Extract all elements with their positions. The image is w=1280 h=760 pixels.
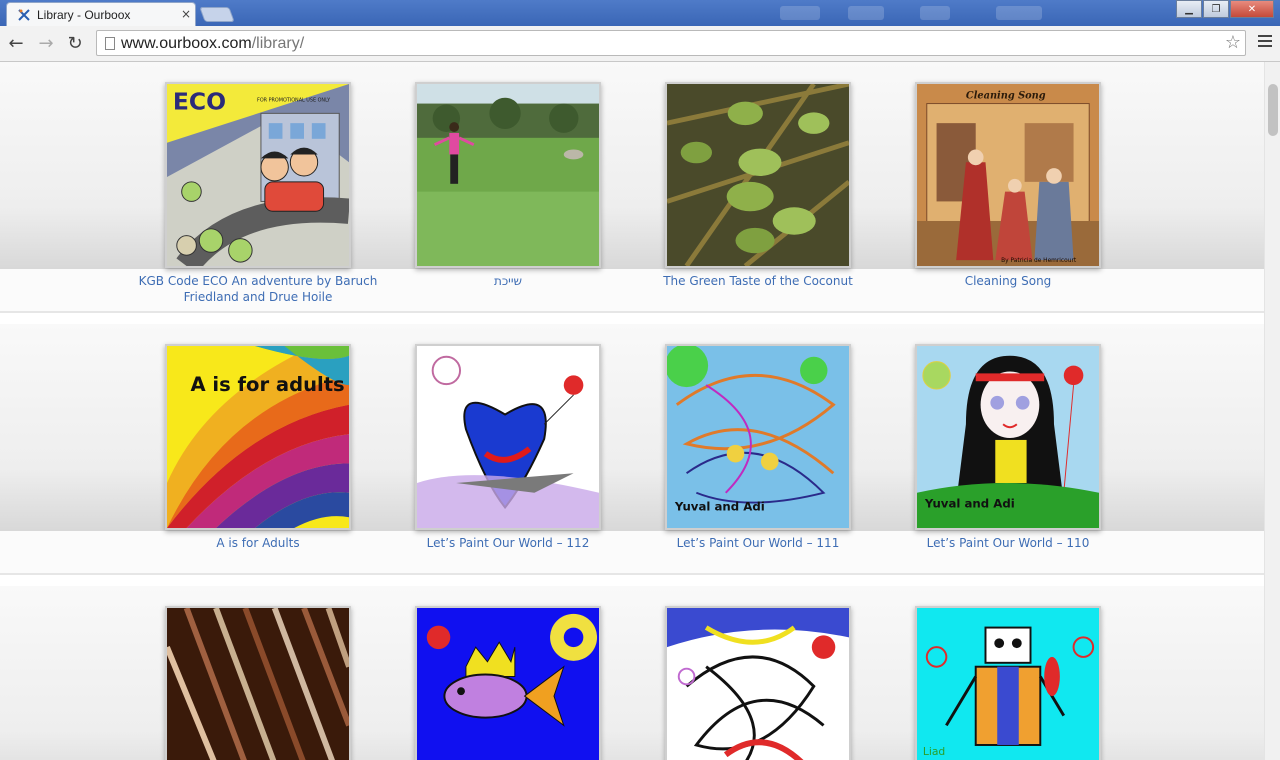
cover-fish-drawing <box>417 608 599 760</box>
vertical-scrollbar[interactable] <box>1264 62 1280 760</box>
cover-rainbow: A is for adults <box>167 346 349 528</box>
book-cover[interactable] <box>415 606 601 760</box>
url-host: www.ourboox.com <box>121 35 252 52</box>
cover-coconut-photo <box>667 84 849 266</box>
scrollbar-thumb[interactable] <box>1268 84 1278 136</box>
cover-robot-drawing: Liad <box>917 608 1099 760</box>
book-title-link[interactable]: Let’s Paint Our World – 112 <box>383 535 633 551</box>
book-cover[interactable] <box>665 606 851 760</box>
background-shape <box>780 6 820 20</box>
cover-subtitle-text: FOR PROMOTIONAL USE ONLY <box>257 98 330 104</box>
new-tab-button[interactable] <box>199 7 235 22</box>
book-cover[interactable] <box>665 82 851 268</box>
book-cover[interactable]: A is for adults <box>165 344 351 530</box>
cover-title-text: ECO <box>173 87 226 115</box>
cover-field-photo <box>417 84 599 266</box>
window-controls: ▁ ❐ ✕ <box>1175 0 1274 18</box>
tab-title: Library - Ourboox <box>37 8 131 22</box>
book-title-link[interactable]: Let’s Paint Our World – 111 <box>633 535 883 551</box>
page-icon <box>105 37 115 50</box>
cover-bookshelf-photo <box>167 608 349 760</box>
browser-toolbar: ← → ↻ www.ourboox.com/library/ ☆ <box>0 26 1280 62</box>
library-page: ECO FOR PROMOTIONAL USE ONLY KGB Code EC… <box>0 62 1264 760</box>
book-title-link[interactable]: The Green Taste of the Coconut <box>633 273 883 289</box>
title-bar: Library - Ourboox × ▁ ❐ ✕ <box>0 0 1280 28</box>
book-title-link[interactable]: שייכת <box>383 273 633 289</box>
book-cover[interactable] <box>165 606 351 760</box>
menu-icon[interactable] <box>1258 35 1272 49</box>
background-shape <box>848 6 884 20</box>
star-icon[interactable]: ☆ <box>1225 32 1241 53</box>
cover-title-text: A is for adults <box>190 373 344 396</box>
book-title-link[interactable]: Cleaning Song <box>883 273 1133 289</box>
book-cover[interactable] <box>415 82 601 268</box>
background-shape <box>996 6 1042 20</box>
book-title-link[interactable]: Let’s Paint Our World – 110 <box>883 535 1133 551</box>
book-title-link[interactable]: KGB Code ECO An adventure by Baruch Frie… <box>133 273 383 305</box>
cover-medieval-painting: Cleaning Song By Patricia de Hemricourt <box>917 84 1099 266</box>
url-path: /library/ <box>251 35 305 52</box>
background-shape <box>920 6 950 20</box>
book-cover[interactable]: Cleaning Song By Patricia de Hemricourt <box>915 82 1101 268</box>
reload-icon[interactable]: ↻ <box>63 32 87 54</box>
restore-icon[interactable]: ❐ <box>1203 0 1229 18</box>
cover-author-text: Yuval and Adi <box>924 496 1015 510</box>
cover-subtitle-text: By Patricia de Hemricourt <box>1001 258 1077 264</box>
cover-heart-drawing <box>417 346 599 528</box>
cover-author-text: Yuval and Adi <box>674 499 765 513</box>
book-cover[interactable] <box>415 344 601 530</box>
cover-kgb-eco: ECO FOR PROMOTIONAL USE ONLY <box>167 84 349 266</box>
book-cover[interactable]: Yuval and Adi <box>665 344 851 530</box>
url-text[interactable]: www.ourboox.com/library/ <box>121 35 304 53</box>
back-arrow-icon[interactable]: ← <box>4 32 28 54</box>
cover-girl-drawing: Yuval and Adi <box>917 346 1099 528</box>
cover-author-text: Liad <box>923 745 945 758</box>
book-cover[interactable]: Liad <box>915 606 1101 760</box>
browser-tab[interactable]: Library - Ourboox × <box>6 2 196 28</box>
close-window-icon[interactable]: ✕ <box>1230 0 1274 18</box>
forward-arrow-icon[interactable]: → <box>34 32 58 54</box>
book-cover[interactable]: Yuval and Adi <box>915 344 1101 530</box>
cover-scribble-drawing: Yuval and Adi <box>667 346 849 528</box>
minimize-icon[interactable]: ▁ <box>1176 0 1202 18</box>
ourboox-favicon-icon <box>18 9 30 21</box>
cover-abstract-drawing <box>667 608 849 760</box>
tab-close-icon[interactable]: × <box>181 7 191 21</box>
cover-title-text: Cleaning Song <box>966 91 1046 102</box>
book-cover[interactable]: ECO FOR PROMOTIONAL USE ONLY <box>165 82 351 268</box>
book-title-link[interactable]: A is for Adults <box>133 535 383 551</box>
address-bar[interactable]: www.ourboox.com/library/ ☆ <box>96 30 1246 56</box>
